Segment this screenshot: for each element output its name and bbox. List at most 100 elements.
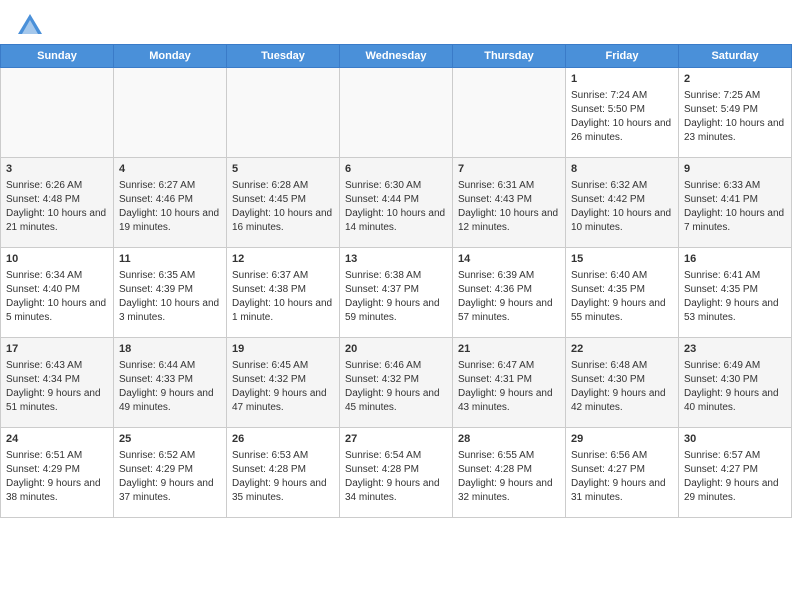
day-info: Sunrise: 6:57 AM	[684, 449, 786, 463]
day-info: Sunset: 4:43 PM	[458, 193, 560, 207]
day-number: 28	[458, 432, 560, 447]
day-info: Sunset: 4:29 PM	[119, 463, 221, 477]
day-info: Daylight: 10 hours and 21 minutes.	[6, 207, 108, 235]
calendar-cell: 25 Sunrise: 6:52 AMSunset: 4:29 PMDayligh…	[114, 428, 227, 518]
day-number: 6	[345, 162, 447, 177]
day-info: Sunset: 4:28 PM	[458, 463, 560, 477]
day-info: Sunrise: 6:35 AM	[119, 269, 221, 283]
day-info: Daylight: 9 hours and 55 minutes.	[571, 297, 673, 325]
day-info: Sunset: 4:28 PM	[345, 463, 447, 477]
day-info: Daylight: 10 hours and 14 minutes.	[345, 207, 447, 235]
day-info: Daylight: 10 hours and 19 minutes.	[119, 207, 221, 235]
calendar-cell: 2Sunrise: 7:25 AMSunset: 5:49 PMDaylight…	[679, 68, 792, 158]
day-number: 24	[6, 432, 108, 447]
day-info: Sunset: 4:28 PM	[232, 463, 334, 477]
calendar-cell	[453, 68, 566, 158]
day-info: Sunrise: 6:30 AM	[345, 179, 447, 193]
calendar-cell: 3Sunrise: 6:26 AMSunset: 4:48 PMDaylight…	[1, 158, 114, 248]
day-info: Daylight: 9 hours and 49 minutes.	[119, 387, 221, 415]
day-header: Sunday	[1, 45, 114, 68]
day-info: Sunrise: 7:24 AM	[571, 89, 673, 103]
day-info: Daylight: 9 hours and 38 minutes.	[6, 477, 108, 505]
calendar-cell: 21Sunrise: 6:47 AMSunset: 4:31 PMDayligh…	[453, 338, 566, 428]
calendar-cell	[114, 68, 227, 158]
calendar-cell: 29Sunrise: 6:56 AMSunset: 4:27 PMDayligh…	[566, 428, 679, 518]
calendar-cell: 26Sunrise: 6:53 AMSunset: 4:28 PMDayligh…	[227, 428, 340, 518]
day-info: Daylight: 9 hours and 53 minutes.	[684, 297, 786, 325]
day-info: Daylight: 9 hours and 47 minutes.	[232, 387, 334, 415]
day-number: 22	[571, 342, 673, 357]
day-info: Sunset: 4:33 PM	[119, 373, 221, 387]
day-info: Sunrise: 6:43 AM	[6, 359, 108, 373]
day-info: Daylight: 10 hours and 23 minutes.	[684, 117, 786, 145]
day-info: Sunset: 4:27 PM	[571, 463, 673, 477]
day-info: Daylight: 10 hours and 7 minutes.	[684, 207, 786, 235]
day-info: Sunrise: 6:45 AM	[232, 359, 334, 373]
day-info: Daylight: 9 hours and 34 minutes.	[345, 477, 447, 505]
day-info: Daylight: 9 hours and 37 minutes.	[119, 477, 221, 505]
day-header: Friday	[566, 45, 679, 68]
day-number: 10	[6, 252, 108, 267]
day-info: Daylight: 9 hours and 35 minutes.	[232, 477, 334, 505]
day-header: Tuesday	[227, 45, 340, 68]
day-header-row: SundayMondayTuesdayWednesdayThursdayFrid…	[1, 45, 792, 68]
day-info: Sunset: 4:35 PM	[571, 283, 673, 297]
day-number: 15	[571, 252, 673, 267]
day-info: Sunrise: 6:56 AM	[571, 449, 673, 463]
calendar-cell: 13Sunrise: 6:38 AMSunset: 4:37 PMDayligh…	[340, 248, 453, 338]
day-number: 23	[684, 342, 786, 357]
calendar-cell: 12Sunrise: 6:37 AMSunset: 4:38 PMDayligh…	[227, 248, 340, 338]
day-number: 25	[119, 432, 221, 447]
calendar-cell: 18Sunrise: 6:44 AMSunset: 4:33 PMDayligh…	[114, 338, 227, 428]
day-info: Sunset: 4:36 PM	[458, 283, 560, 297]
logo	[16, 12, 48, 40]
calendar-cell: 20Sunrise: 6:46 AMSunset: 4:32 PMDayligh…	[340, 338, 453, 428]
calendar-cell: 14Sunrise: 6:39 AMSunset: 4:36 PMDayligh…	[453, 248, 566, 338]
day-info: Sunrise: 6:48 AM	[571, 359, 673, 373]
day-info: Sunrise: 6:28 AM	[232, 179, 334, 193]
day-number: 19	[232, 342, 334, 357]
day-number: 29	[571, 432, 673, 447]
day-info: Daylight: 10 hours and 16 minutes.	[232, 207, 334, 235]
day-info: Sunset: 4:30 PM	[684, 373, 786, 387]
day-header: Monday	[114, 45, 227, 68]
day-info: Sunrise: 6:53 AM	[232, 449, 334, 463]
day-info: Sunrise: 7:25 AM	[684, 89, 786, 103]
day-number: 16	[684, 252, 786, 267]
day-info: Sunset: 4:38 PM	[232, 283, 334, 297]
day-info: Sunrise: 6:31 AM	[458, 179, 560, 193]
day-info: Sunrise: 6:52 AM	[119, 449, 221, 463]
day-info: Sunrise: 6:55 AM	[458, 449, 560, 463]
calendar-cell: 8Sunrise: 6:32 AMSunset: 4:42 PMDaylight…	[566, 158, 679, 248]
day-number: 18	[119, 342, 221, 357]
day-info: Sunrise: 6:46 AM	[345, 359, 447, 373]
day-number: 7	[458, 162, 560, 177]
day-number: 4	[119, 162, 221, 177]
day-info: Sunset: 4:41 PM	[684, 193, 786, 207]
day-info: Sunset: 4:44 PM	[345, 193, 447, 207]
calendar-cell: 1Sunrise: 7:24 AMSunset: 5:50 PMDaylight…	[566, 68, 679, 158]
calendar-cell: 19Sunrise: 6:45 AMSunset: 4:32 PMDayligh…	[227, 338, 340, 428]
day-info: Daylight: 10 hours and 26 minutes.	[571, 117, 673, 145]
day-number: 20	[345, 342, 447, 357]
day-number: 21	[458, 342, 560, 357]
calendar-cell: 30Sunrise: 6:57 AMSunset: 4:27 PMDayligh…	[679, 428, 792, 518]
day-info: Daylight: 10 hours and 3 minutes.	[119, 297, 221, 325]
calendar-cell: 27Sunrise: 6:54 AMSunset: 4:28 PMDayligh…	[340, 428, 453, 518]
day-number: 9	[684, 162, 786, 177]
day-number: 14	[458, 252, 560, 267]
day-info: Sunrise: 6:40 AM	[571, 269, 673, 283]
calendar-week-row: 24Sunrise: 6:51 AMSunset: 4:29 PMDayligh…	[1, 428, 792, 518]
day-info: Daylight: 9 hours and 59 minutes.	[345, 297, 447, 325]
day-number: 11	[119, 252, 221, 267]
day-header: Saturday	[679, 45, 792, 68]
day-number: 2	[684, 72, 786, 87]
logo-icon	[16, 12, 44, 40]
day-info: Sunset: 4:37 PM	[345, 283, 447, 297]
day-info: Sunset: 4:48 PM	[6, 193, 108, 207]
calendar-week-row: 10Sunrise: 6:34 AMSunset: 4:40 PMDayligh…	[1, 248, 792, 338]
day-info: Daylight: 9 hours and 51 minutes.	[6, 387, 108, 415]
calendar-week-row: 1Sunrise: 7:24 AMSunset: 5:50 PMDaylight…	[1, 68, 792, 158]
day-info: Daylight: 10 hours and 1 minute.	[232, 297, 334, 325]
calendar-cell: 17Sunrise: 6:43 AMSunset: 4:34 PMDayligh…	[1, 338, 114, 428]
